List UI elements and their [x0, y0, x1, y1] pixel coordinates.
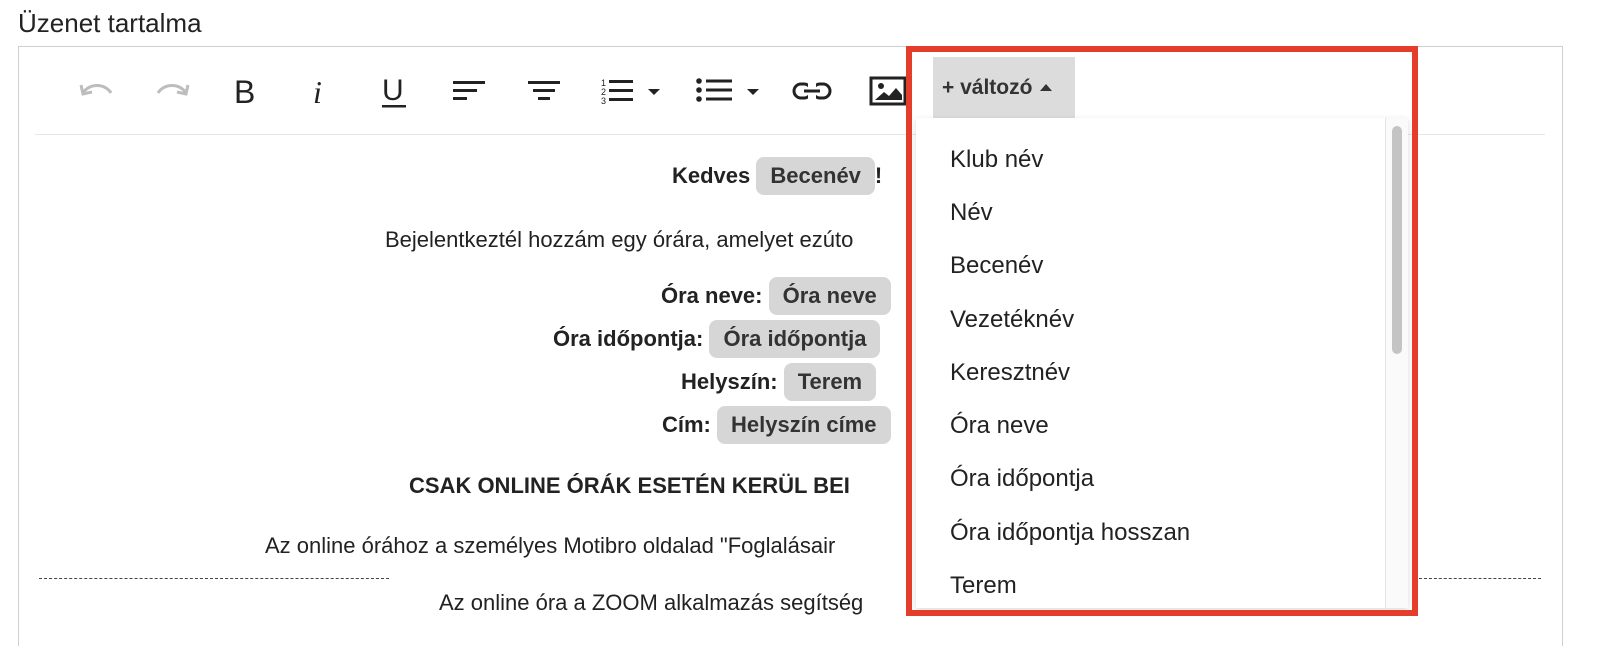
- insert-variable-button[interactable]: + változó: [933, 57, 1075, 119]
- variable-chip[interactable]: Helyszín címe: [717, 406, 891, 444]
- bullet-list-icon: [696, 78, 759, 102]
- field-row: Óra időpontja: Óra időpontja: [553, 320, 881, 358]
- redo-button[interactable]: [150, 69, 194, 113]
- image-button[interactable]: [866, 69, 910, 113]
- underline-button[interactable]: U: [372, 69, 416, 113]
- field-row: Helyszín: Terem: [681, 363, 877, 401]
- image-icon: [869, 76, 907, 106]
- field-row: Cím: Helyszín címe: [662, 406, 891, 444]
- variable-list: Klub név Név Becenév Vezetéknév Keresztn…: [916, 133, 1386, 608]
- bullet-list-button[interactable]: [693, 69, 765, 113]
- undo-icon: [79, 84, 113, 96]
- redo-icon: [156, 84, 190, 96]
- online-text-1: Az online órához a személyes Motibro old…: [265, 533, 836, 558]
- bold-button[interactable]: B: [223, 69, 267, 113]
- variable-option[interactable]: Becenév: [916, 240, 1386, 293]
- italic-icon: i: [313, 74, 322, 108]
- svg-text:B: B: [234, 74, 255, 108]
- align-left-icon: [453, 81, 485, 100]
- caret-up-icon: [1040, 83, 1053, 91]
- variable-chip[interactable]: Óra neve: [768, 277, 891, 315]
- variable-chip[interactable]: Terem: [783, 363, 877, 401]
- intro-text: Bejelentkeztél hozzám egy órára, amelyet…: [385, 227, 854, 252]
- variable-option[interactable]: Klub név: [916, 133, 1386, 186]
- link-icon: [792, 82, 832, 100]
- field-label: Óra időpontja:: [553, 326, 704, 351]
- underline-icon: U: [382, 74, 406, 108]
- align-left-button[interactable]: [447, 69, 491, 113]
- insert-variable-label: + változó: [942, 76, 1033, 99]
- message-content-label: Üzenet tartalma: [18, 8, 202, 38]
- align-center-button[interactable]: [522, 69, 566, 113]
- svg-text:3: 3: [601, 96, 606, 106]
- online-heading: CSAK ONLINE ÓRÁK ESETÉN KERÜL BEI: [409, 473, 850, 498]
- greeting-line: Kedves Becenév!: [672, 157, 882, 195]
- variable-chip-nickname[interactable]: Becenév: [756, 157, 875, 195]
- dashed-divider-right: [1419, 578, 1541, 579]
- variable-option[interactable]: Keresztnév: [916, 346, 1386, 399]
- greeting-prefix: Kedves: [672, 163, 751, 188]
- variable-chip[interactable]: Óra időpontja: [709, 320, 881, 358]
- italic-button[interactable]: i: [297, 69, 341, 113]
- variable-dropdown-menu: Klub név Név Becenév Vezetéknév Keresztn…: [916, 118, 1408, 608]
- link-button[interactable]: [790, 69, 834, 113]
- svg-text:U: U: [382, 74, 404, 107]
- variable-option[interactable]: Terem: [916, 559, 1386, 608]
- dashed-divider-left: [39, 578, 389, 579]
- variable-option[interactable]: Óra neve: [916, 399, 1386, 452]
- field-label: Cím:: [662, 412, 711, 437]
- greeting-suffix: !: [874, 163, 883, 188]
- bold-icon: B: [234, 74, 255, 108]
- numbered-list-button[interactable]: 123: [598, 69, 668, 113]
- field-label: Helyszín:: [681, 369, 778, 394]
- variable-option[interactable]: Vezetéknév: [916, 293, 1386, 346]
- scrollbar-thumb[interactable]: [1392, 126, 1402, 354]
- svg-text:i: i: [313, 74, 322, 108]
- undo-button[interactable]: [75, 69, 119, 113]
- variable-option[interactable]: Óra időpontja hosszan: [916, 506, 1386, 559]
- dropdown-scrollbar[interactable]: [1385, 118, 1408, 608]
- numbered-list-icon: 123: [601, 78, 660, 106]
- field-row: Óra neve: Óra neve: [661, 277, 891, 315]
- variable-option[interactable]: Név: [916, 186, 1386, 239]
- align-center-icon: [528, 81, 560, 100]
- field-label: Óra neve:: [661, 283, 763, 308]
- variable-option[interactable]: Óra időpontja: [916, 453, 1386, 506]
- online-text-2: Az online óra a ZOOM alkalmazás segítség: [439, 590, 864, 615]
